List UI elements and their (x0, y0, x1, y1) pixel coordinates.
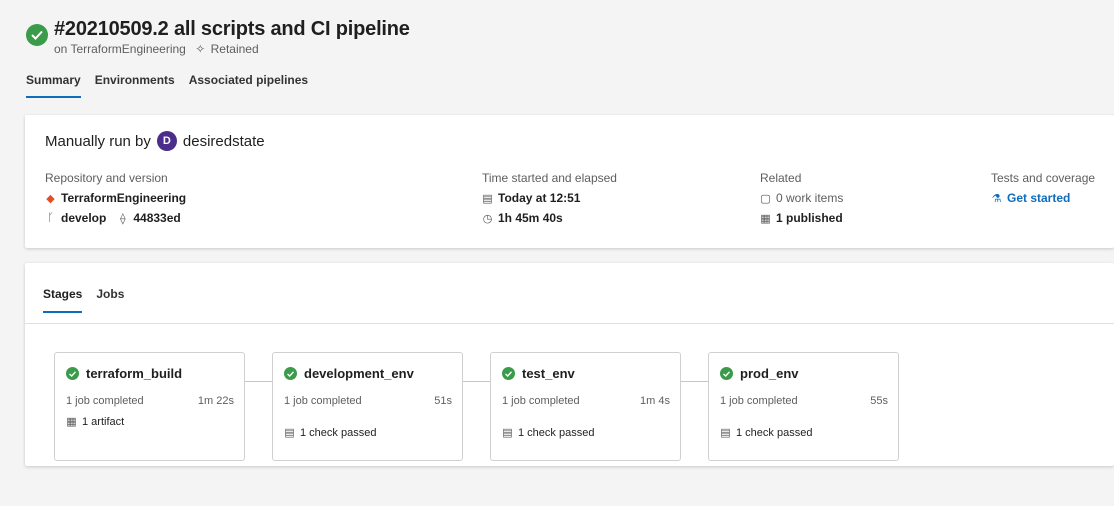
stage-title: terraform_build (66, 366, 182, 381)
stage-jobs: 1 job completed (720, 395, 798, 407)
branch-commit-row: ᚴ develop ⟠ 44833ed (45, 211, 186, 225)
stage-duration: 1m 22s (197, 395, 234, 407)
stage-jobs: 1 job completed (502, 395, 580, 407)
stage-duration: 51s (434, 395, 452, 407)
stage-extra-label: 1 check passed (300, 426, 377, 439)
tab-summary[interactable]: Summary (26, 73, 81, 98)
tab-stages[interactable]: Stages (43, 287, 83, 313)
top-tabs: Summary Environments Associated pipeline… (26, 73, 308, 98)
check-doc-icon: ▤ (502, 427, 513, 439)
stage-checks[interactable]: ▤ 1 check passed (502, 426, 595, 440)
repository-section: Repository and version ◆ TerraformEngine… (45, 171, 186, 231)
stages-card: Stages Jobs terraform_build 1 job comple… (25, 263, 1114, 466)
tests-section: Tests and coverage ⚗ Get started (991, 171, 1095, 211)
time-section: Time started and elapsed ▤ Today at 12:5… (482, 171, 617, 231)
published[interactable]: 1 published (776, 211, 843, 225)
run-by: Manually run by D desiredstate (45, 131, 265, 151)
stage-jobs: 1 job completed (284, 395, 362, 407)
stage-jobs: 1 job completed (66, 395, 144, 407)
run-by-label: Manually run by (45, 132, 151, 150)
stage-development-env[interactable]: development_env 1 job completed 51s ▤ 1 … (272, 352, 463, 461)
time-label: Time started and elapsed (482, 171, 617, 185)
flask-icon: ⚗ (991, 192, 1002, 205)
stage-connector (245, 381, 272, 382)
stage-extra-label: 1 check passed (736, 426, 813, 439)
stage-duration: 1m 4s (640, 395, 670, 407)
success-check-icon (502, 367, 515, 380)
stage-checks[interactable]: ▤ 1 check passed (284, 426, 377, 440)
commit-id[interactable]: 44833ed (133, 211, 180, 225)
stage-tabs: Stages Jobs (43, 287, 124, 313)
time-elapsed-row: ◷ 1h 45m 40s (482, 211, 617, 225)
git-repo-icon: ◆ (46, 192, 55, 205)
work-items[interactable]: 0 work items (776, 191, 843, 205)
commit-icon: ⟠ (120, 212, 126, 225)
stage-name: development_env (304, 366, 414, 381)
artifact-icon: ▦ (66, 416, 77, 428)
tests-label: Tests and coverage (991, 171, 1096, 185)
related-section: Related ▢ 0 work items ▦ 1 published (760, 171, 843, 231)
time-started-row: ▤ Today at 12:51 (482, 191, 617, 205)
time-elapsed: 1h 45m 40s (498, 211, 563, 225)
stage-connector (463, 381, 490, 382)
tab-associated-pipelines[interactable]: Associated pipelines (189, 73, 308, 98)
published-row[interactable]: ▦ 1 published (760, 211, 843, 225)
success-check-icon (66, 367, 79, 380)
stage-terraform-build[interactable]: terraform_build 1 job completed 1m 22s ▦… (54, 352, 245, 461)
stage-duration: 55s (870, 395, 888, 407)
clock-icon: ◷ (482, 212, 493, 225)
check-doc-icon: ▤ (284, 427, 295, 439)
retained-label: Retained (210, 42, 259, 56)
work-item-icon: ▢ (760, 192, 771, 205)
artifact-icon: ▦ (760, 212, 771, 225)
run-by-user[interactable]: desiredstate (183, 133, 265, 150)
stage-name: prod_env (740, 366, 799, 381)
stage-checks[interactable]: ▤ 1 check passed (720, 426, 813, 440)
stage-artifact[interactable]: ▦ 1 artifact (66, 415, 125, 429)
stage-test-env[interactable]: test_env 1 job completed 1m 4s ▤ 1 check… (490, 352, 681, 461)
stage-title: development_env (284, 366, 414, 381)
avatar[interactable]: D (156, 131, 177, 151)
divider (25, 323, 1114, 324)
branch-icon: ᚴ (47, 212, 54, 224)
stage-title: test_env (502, 366, 575, 381)
stage-extra-label: 1 check passed (518, 426, 595, 439)
summary-card: Manually run by D desiredstate Repositor… (25, 115, 1114, 248)
success-check-icon (284, 367, 297, 380)
tab-environments[interactable]: Environments (95, 73, 175, 98)
tab-jobs[interactable]: Jobs (96, 287, 124, 313)
check-doc-icon: ▤ (720, 427, 731, 439)
work-items-row[interactable]: ▢ 0 work items (760, 191, 843, 205)
stage-name: terraform_build (86, 366, 183, 381)
stage-name: test_env (522, 366, 575, 381)
get-started-link[interactable]: Get started (1007, 191, 1070, 205)
branch-name[interactable]: develop (61, 211, 106, 225)
repository-label: Repository and version (45, 171, 168, 185)
success-check-icon (720, 367, 733, 380)
repository-name[interactable]: TerraformEngineering (61, 191, 186, 205)
pin-icon: ✧ (195, 42, 206, 56)
repository-row[interactable]: ◆ TerraformEngineering (45, 191, 186, 205)
get-started-row[interactable]: ⚗ Get started (991, 191, 1095, 205)
related-label: Related (760, 171, 802, 185)
repository-link[interactable]: on TerraformEngineering (54, 42, 186, 56)
pipeline-subtitle: on TerraformEngineering ✧ Retained (54, 42, 259, 56)
stage-title: prod_env (720, 366, 799, 381)
stage-connector (681, 381, 708, 382)
stage-extra-label: 1 artifact (82, 415, 125, 428)
page-title: #20210509.2 all scripts and CI pipeline (54, 18, 410, 40)
success-check-icon (26, 24, 48, 46)
stage-prod-env[interactable]: prod_env 1 job completed 55s ▤ 1 check p… (708, 352, 899, 461)
time-started: Today at 12:51 (498, 191, 581, 205)
calendar-icon: ▤ (482, 192, 493, 205)
